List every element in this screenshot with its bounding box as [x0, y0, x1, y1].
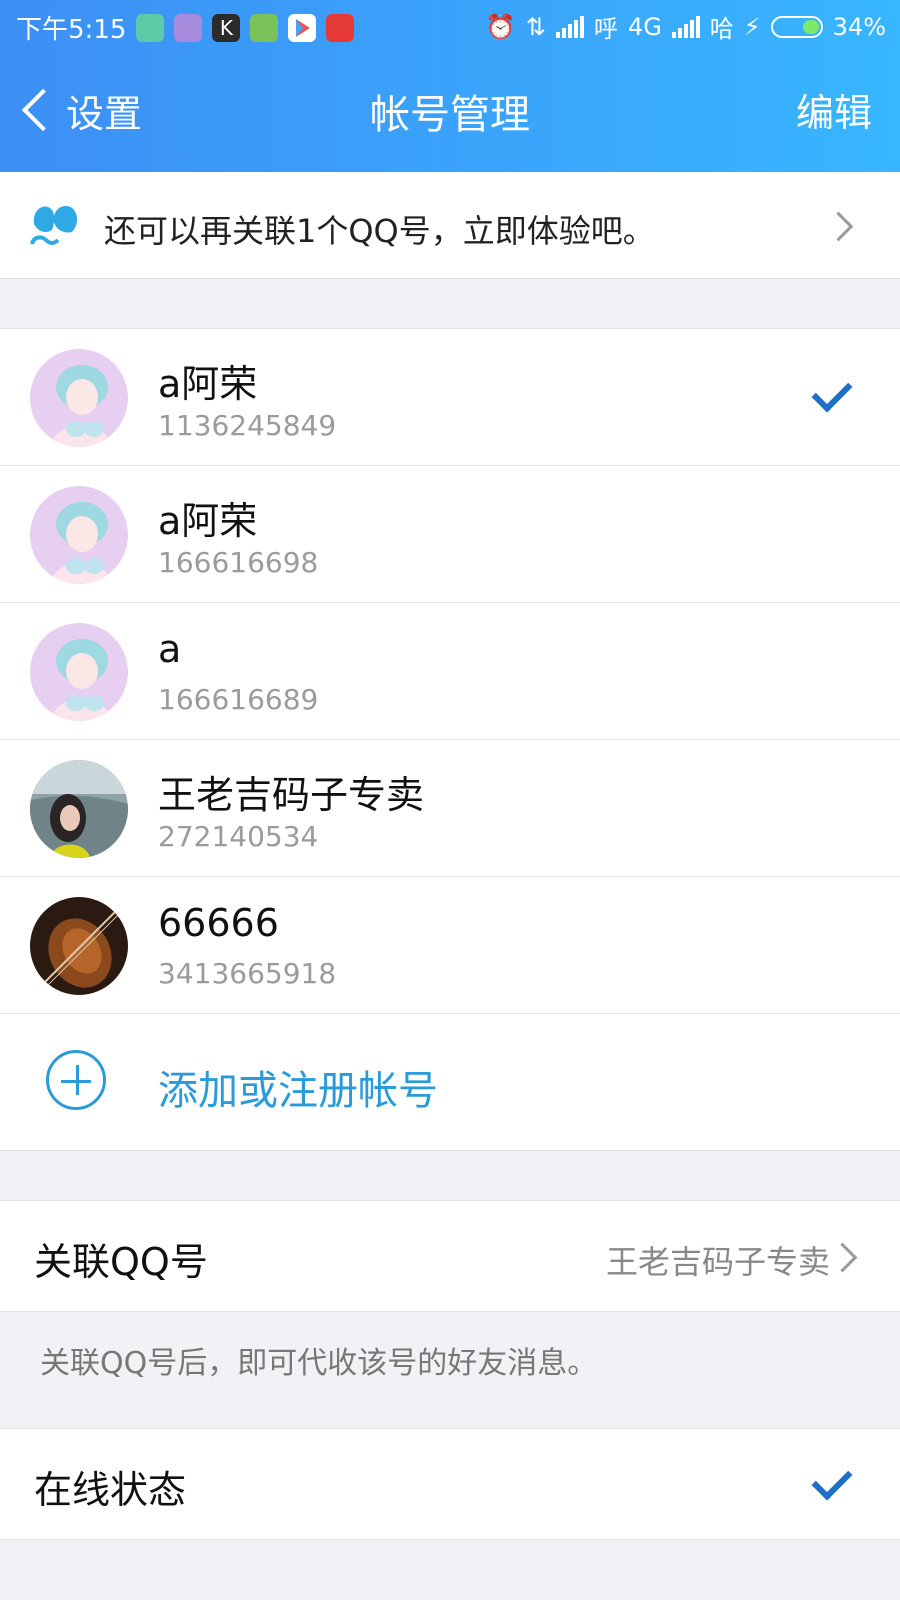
chevron-right-icon	[827, 1242, 858, 1273]
divider	[0, 1150, 900, 1151]
link-promo-row[interactable]: 还可以再关联1个QQ号，立即体验吧。	[0, 172, 900, 278]
red-app-icon	[326, 13, 355, 42]
clock-app-icon	[136, 13, 165, 42]
divider	[0, 278, 900, 279]
divider	[0, 1539, 900, 1540]
page-title: 帐号管理	[370, 92, 530, 138]
chevron-right-icon	[823, 211, 854, 242]
charging-icon: ⚡	[743, 12, 761, 41]
checkmark-icon	[811, 371, 853, 413]
avatar	[30, 349, 128, 447]
alarm-icon: ⏰	[485, 12, 516, 41]
status-left: 下午5:15 K	[16, 9, 355, 46]
avatar	[30, 623, 128, 721]
add-circle-icon	[46, 1050, 106, 1110]
avatar	[30, 897, 128, 995]
avatar	[30, 760, 128, 858]
online-status-row[interactable]: 在线状态	[0, 1429, 900, 1539]
account-row[interactable]: a阿荣 1136245849	[0, 329, 900, 465]
edit-button[interactable]: 编辑	[796, 82, 872, 137]
account-name: 王老吉码子专卖	[158, 773, 425, 817]
checkmark-icon	[811, 1459, 853, 1501]
account-id: 166616698	[158, 546, 319, 579]
account-row[interactable]: 66666 3413665918	[0, 877, 900, 1013]
account-id: 166616689	[158, 683, 319, 716]
battery-app-icon	[250, 13, 279, 42]
status-right: ⏰ ⇅ 呼 4G 哈 ⚡ 34%	[486, 9, 886, 44]
account-row[interactable]: a 166616689	[0, 603, 900, 739]
carrier-label-2: 哈	[709, 15, 734, 43]
account-id: 1136245849	[158, 409, 337, 442]
linked-qq-value: 王老吉码子专卖	[605, 1243, 830, 1281]
account-name: a阿荣	[158, 362, 258, 406]
status-time: 下午5:15	[16, 15, 127, 45]
linked-qq-row[interactable]: 关联QQ号 王老吉码子专卖	[0, 1201, 900, 1311]
account-row[interactable]: 王老吉码子专卖 272140534	[0, 740, 900, 876]
header: 下午5:15 K ⏰ ⇅ 呼 4G 哈 ⚡ 34% 设置 帐号管理 编辑	[0, 0, 900, 172]
battery-icon	[770, 15, 823, 38]
status-bar: 下午5:15 K ⏰ ⇅ 呼 4G 哈 ⚡ 34%	[0, 0, 900, 52]
account-name: a	[158, 627, 182, 671]
data-transfer-icon: ⇅	[525, 12, 546, 41]
nav-bar: 设置 帐号管理 编辑	[0, 52, 900, 172]
network-type: 4G	[627, 12, 662, 41]
signal-icon-2	[671, 15, 700, 38]
linked-qq-note: 关联QQ号后，即可代收该号的好友消息。	[40, 1346, 598, 1381]
add-account-label: 添加或注册帐号	[158, 1068, 438, 1114]
promo-text: 还可以再关联1个QQ号，立即体验吧。	[104, 212, 655, 250]
carrier-label-1: 呼	[593, 15, 618, 43]
online-status-label: 在线状态	[34, 1468, 187, 1512]
battery-percent: 34%	[832, 12, 886, 41]
account-name: 66666	[158, 901, 279, 945]
signal-icon	[555, 15, 584, 38]
purple-app-icon	[174, 13, 203, 42]
account-id: 272140534	[158, 820, 319, 853]
account-name: a阿荣	[158, 499, 258, 543]
play-store-icon	[288, 13, 317, 42]
account-row[interactable]: a阿荣 166616698	[0, 466, 900, 602]
divider	[0, 1311, 900, 1312]
account-id: 3413665918	[158, 957, 337, 990]
linked-qq-label: 关联QQ号	[34, 1240, 208, 1284]
add-account-button[interactable]: 添加或注册帐号	[0, 1014, 900, 1150]
people-icon	[30, 206, 78, 245]
k-app-icon: K	[212, 13, 241, 42]
avatar	[30, 486, 128, 584]
